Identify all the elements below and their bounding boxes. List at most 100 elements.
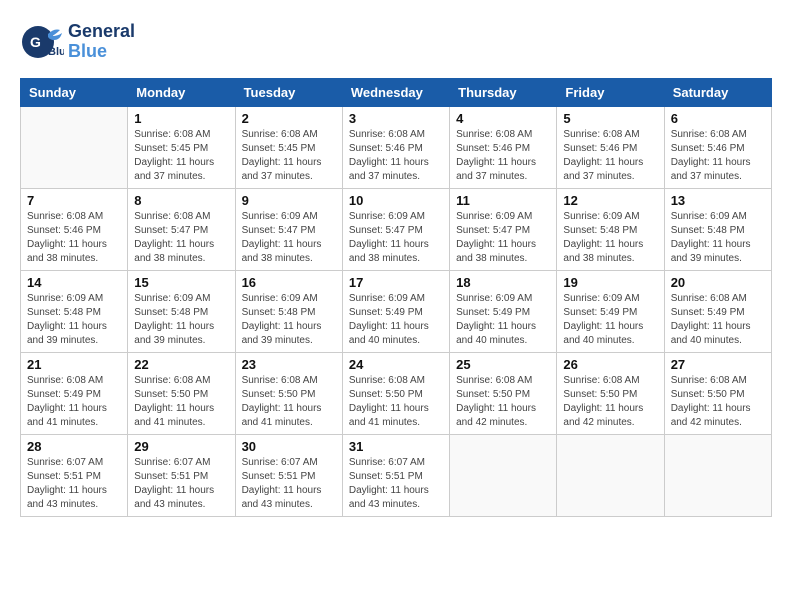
day-info: Sunrise: 6:07 AM Sunset: 5:51 PM Dayligh… <box>349 456 443 512</box>
weekday-saturday: Saturday <box>664 79 771 107</box>
day-info: Sunrise: 6:09 AM Sunset: 5:48 PM Dayligh… <box>242 292 336 348</box>
calendar-cell: 17Sunrise: 6:09 AM Sunset: 5:49 PM Dayli… <box>342 271 449 353</box>
day-number: 23 <box>242 357 336 372</box>
header: G Blue General Blue <box>20 20 772 64</box>
calendar-table: SundayMondayTuesdayWednesdayThursdayFrid… <box>20 78 772 517</box>
weekday-tuesday: Tuesday <box>235 79 342 107</box>
calendar-cell: 6 Sunrise: 6:08 AM Sunset: 5:46 PM Daylig… <box>664 107 771 189</box>
calendar-cell: 20Sunrise: 6:08 AM Sunset: 5:49 PM Dayli… <box>664 271 771 353</box>
day-info: Sunrise: 6:09 AM Sunset: 5:47 PM Dayligh… <box>242 210 336 266</box>
calendar-cell: 22 Sunrise: 6:08 AM Sunset: 5:50 PM Dayli… <box>128 353 235 435</box>
day-number: 4 <box>456 111 550 126</box>
day-info: Sunrise: 6:09 AM Sunset: 5:47 PM Dayligh… <box>349 210 443 266</box>
calendar-cell: 15 Sunrise: 6:09 AM Sunset: 5:48 PM Dayli… <box>128 271 235 353</box>
calendar-cell: 1Sunrise: 6:08 AM Sunset: 5:45 PM Daylig… <box>128 107 235 189</box>
day-number: 25 <box>456 357 550 372</box>
logo: G Blue General Blue <box>20 20 135 64</box>
weekday-thursday: Thursday <box>450 79 557 107</box>
calendar-cell <box>557 435 664 517</box>
week-row-5: 28 Sunrise: 6:07 AM Sunset: 5:51 PM Dayli… <box>21 435 772 517</box>
day-number: 22 <box>134 357 228 372</box>
week-row-4: 21Sunrise: 6:08 AM Sunset: 5:49 PM Dayli… <box>21 353 772 435</box>
calendar-cell: 19 Sunrise: 6:09 AM Sunset: 5:49 PM Dayli… <box>557 271 664 353</box>
day-number: 1 <box>134 111 228 126</box>
day-number: 26 <box>563 357 657 372</box>
day-number: 24 <box>349 357 443 372</box>
day-number: 9 <box>242 193 336 208</box>
day-info: Sunrise: 6:08 AM Sunset: 5:46 PM Dayligh… <box>27 210 121 266</box>
day-info: Sunrise: 6:08 AM Sunset: 5:50 PM Dayligh… <box>134 374 228 430</box>
calendar-cell: 4Sunrise: 6:08 AM Sunset: 5:46 PM Daylig… <box>450 107 557 189</box>
day-number: 14 <box>27 275 121 290</box>
calendar-cell: 11Sunrise: 6:09 AM Sunset: 5:47 PM Dayli… <box>450 189 557 271</box>
week-row-1: 1 Sunrise: 6:08 AM Sunset: 5:45 PM Daylig… <box>21 107 772 189</box>
day-number: 8 <box>134 193 228 208</box>
day-number: 13 <box>671 193 765 208</box>
day-info: Sunrise: 6:09 AM Sunset: 5:49 PM Dayligh… <box>349 292 443 348</box>
day-info: Sunrise: 6:08 AM Sunset: 5:45 PM Dayligh… <box>242 128 336 184</box>
day-info: Sunrise: 6:08 AM Sunset: 5:50 PM Dayligh… <box>563 374 657 430</box>
calendar-cell: 16 Sunrise: 6:09 AM Sunset: 5:48 PM Dayli… <box>235 271 342 353</box>
day-info: Sunrise: 6:08 AM Sunset: 5:50 PM Dayligh… <box>242 374 336 430</box>
day-info: Sunrise: 6:09 AM Sunset: 5:48 PM Dayligh… <box>134 292 228 348</box>
calendar-cell: 10Sunrise: 6:09 AM Sunset: 5:47 PM Dayli… <box>342 189 449 271</box>
calendar-cell: 21Sunrise: 6:08 AM Sunset: 5:49 PM Dayli… <box>21 353 128 435</box>
calendar-page: G Blue General Blue SundayMondayTuesdayW… <box>0 0 792 612</box>
day-info: Sunrise: 6:09 AM Sunset: 5:48 PM Dayligh… <box>671 210 765 266</box>
calendar-cell: 29Sunrise: 6:07 AM Sunset: 5:51 PM Dayli… <box>128 435 235 517</box>
calendar-cell: 28 Sunrise: 6:07 AM Sunset: 5:51 PM Dayli… <box>21 435 128 517</box>
day-info: Sunrise: 6:07 AM Sunset: 5:51 PM Dayligh… <box>27 456 121 512</box>
calendar-cell <box>21 107 128 189</box>
day-info: Sunrise: 6:09 AM Sunset: 5:47 PM Dayligh… <box>456 210 550 266</box>
day-info: Sunrise: 6:09 AM Sunset: 5:49 PM Dayligh… <box>563 292 657 348</box>
day-info: Sunrise: 6:07 AM Sunset: 5:51 PM Dayligh… <box>134 456 228 512</box>
calendar-cell: 7 Sunrise: 6:08 AM Sunset: 5:46 PM Daylig… <box>21 189 128 271</box>
day-info: Sunrise: 6:09 AM Sunset: 5:49 PM Dayligh… <box>456 292 550 348</box>
day-number: 7 <box>27 193 121 208</box>
day-number: 31 <box>349 439 443 454</box>
day-number: 15 <box>134 275 228 290</box>
calendar-cell: 18 Sunrise: 6:09 AM Sunset: 5:49 PM Dayli… <box>450 271 557 353</box>
day-info: Sunrise: 6:08 AM Sunset: 5:50 PM Dayligh… <box>349 374 443 430</box>
calendar-cell: 25 Sunrise: 6:08 AM Sunset: 5:50 PM Dayli… <box>450 353 557 435</box>
calendar-cell: 23 Sunrise: 6:08 AM Sunset: 5:50 PM Dayli… <box>235 353 342 435</box>
day-number: 16 <box>242 275 336 290</box>
day-number: 18 <box>456 275 550 290</box>
week-row-3: 14 Sunrise: 6:09 AM Sunset: 5:48 PM Dayli… <box>21 271 772 353</box>
day-info: Sunrise: 6:07 AM Sunset: 5:51 PM Dayligh… <box>242 456 336 512</box>
day-info: Sunrise: 6:08 AM Sunset: 5:49 PM Dayligh… <box>27 374 121 430</box>
calendar-cell: 9 Sunrise: 6:09 AM Sunset: 5:47 PM Daylig… <box>235 189 342 271</box>
calendar-cell: 8 Sunrise: 6:08 AM Sunset: 5:47 PM Daylig… <box>128 189 235 271</box>
calendar-cell: 14 Sunrise: 6:09 AM Sunset: 5:48 PM Dayli… <box>21 271 128 353</box>
day-number: 19 <box>563 275 657 290</box>
logo-general: General <box>68 22 135 42</box>
day-number: 12 <box>563 193 657 208</box>
day-info: Sunrise: 6:09 AM Sunset: 5:48 PM Dayligh… <box>27 292 121 348</box>
weekday-header-row: SundayMondayTuesdayWednesdayThursdayFrid… <box>21 79 772 107</box>
day-number: 27 <box>671 357 765 372</box>
calendar-cell: 5 Sunrise: 6:08 AM Sunset: 5:46 PM Daylig… <box>557 107 664 189</box>
calendar-cell: 31 Sunrise: 6:07 AM Sunset: 5:51 PM Dayli… <box>342 435 449 517</box>
day-number: 3 <box>349 111 443 126</box>
svg-text:G: G <box>30 34 41 50</box>
day-info: Sunrise: 6:08 AM Sunset: 5:46 PM Dayligh… <box>563 128 657 184</box>
weekday-wednesday: Wednesday <box>342 79 449 107</box>
day-info: Sunrise: 6:08 AM Sunset: 5:47 PM Dayligh… <box>134 210 228 266</box>
day-info: Sunrise: 6:09 AM Sunset: 5:48 PM Dayligh… <box>563 210 657 266</box>
day-info: Sunrise: 6:08 AM Sunset: 5:50 PM Dayligh… <box>456 374 550 430</box>
day-number: 30 <box>242 439 336 454</box>
day-number: 6 <box>671 111 765 126</box>
day-info: Sunrise: 6:08 AM Sunset: 5:46 PM Dayligh… <box>671 128 765 184</box>
calendar-cell: 2 Sunrise: 6:08 AM Sunset: 5:45 PM Daylig… <box>235 107 342 189</box>
day-number: 2 <box>242 111 336 126</box>
calendar-cell: 30 Sunrise: 6:07 AM Sunset: 5:51 PM Dayli… <box>235 435 342 517</box>
day-info: Sunrise: 6:08 AM Sunset: 5:49 PM Dayligh… <box>671 292 765 348</box>
calendar-cell: 26 Sunrise: 6:08 AM Sunset: 5:50 PM Dayli… <box>557 353 664 435</box>
calendar-cell: 12 Sunrise: 6:09 AM Sunset: 5:48 PM Dayli… <box>557 189 664 271</box>
day-info: Sunrise: 6:08 AM Sunset: 5:50 PM Dayligh… <box>671 374 765 430</box>
day-number: 5 <box>563 111 657 126</box>
logo-text-block: General Blue <box>68 22 135 62</box>
calendar-cell: 27 Sunrise: 6:08 AM Sunset: 5:50 PM Dayli… <box>664 353 771 435</box>
day-info: Sunrise: 6:08 AM Sunset: 5:46 PM Dayligh… <box>349 128 443 184</box>
day-number: 28 <box>27 439 121 454</box>
